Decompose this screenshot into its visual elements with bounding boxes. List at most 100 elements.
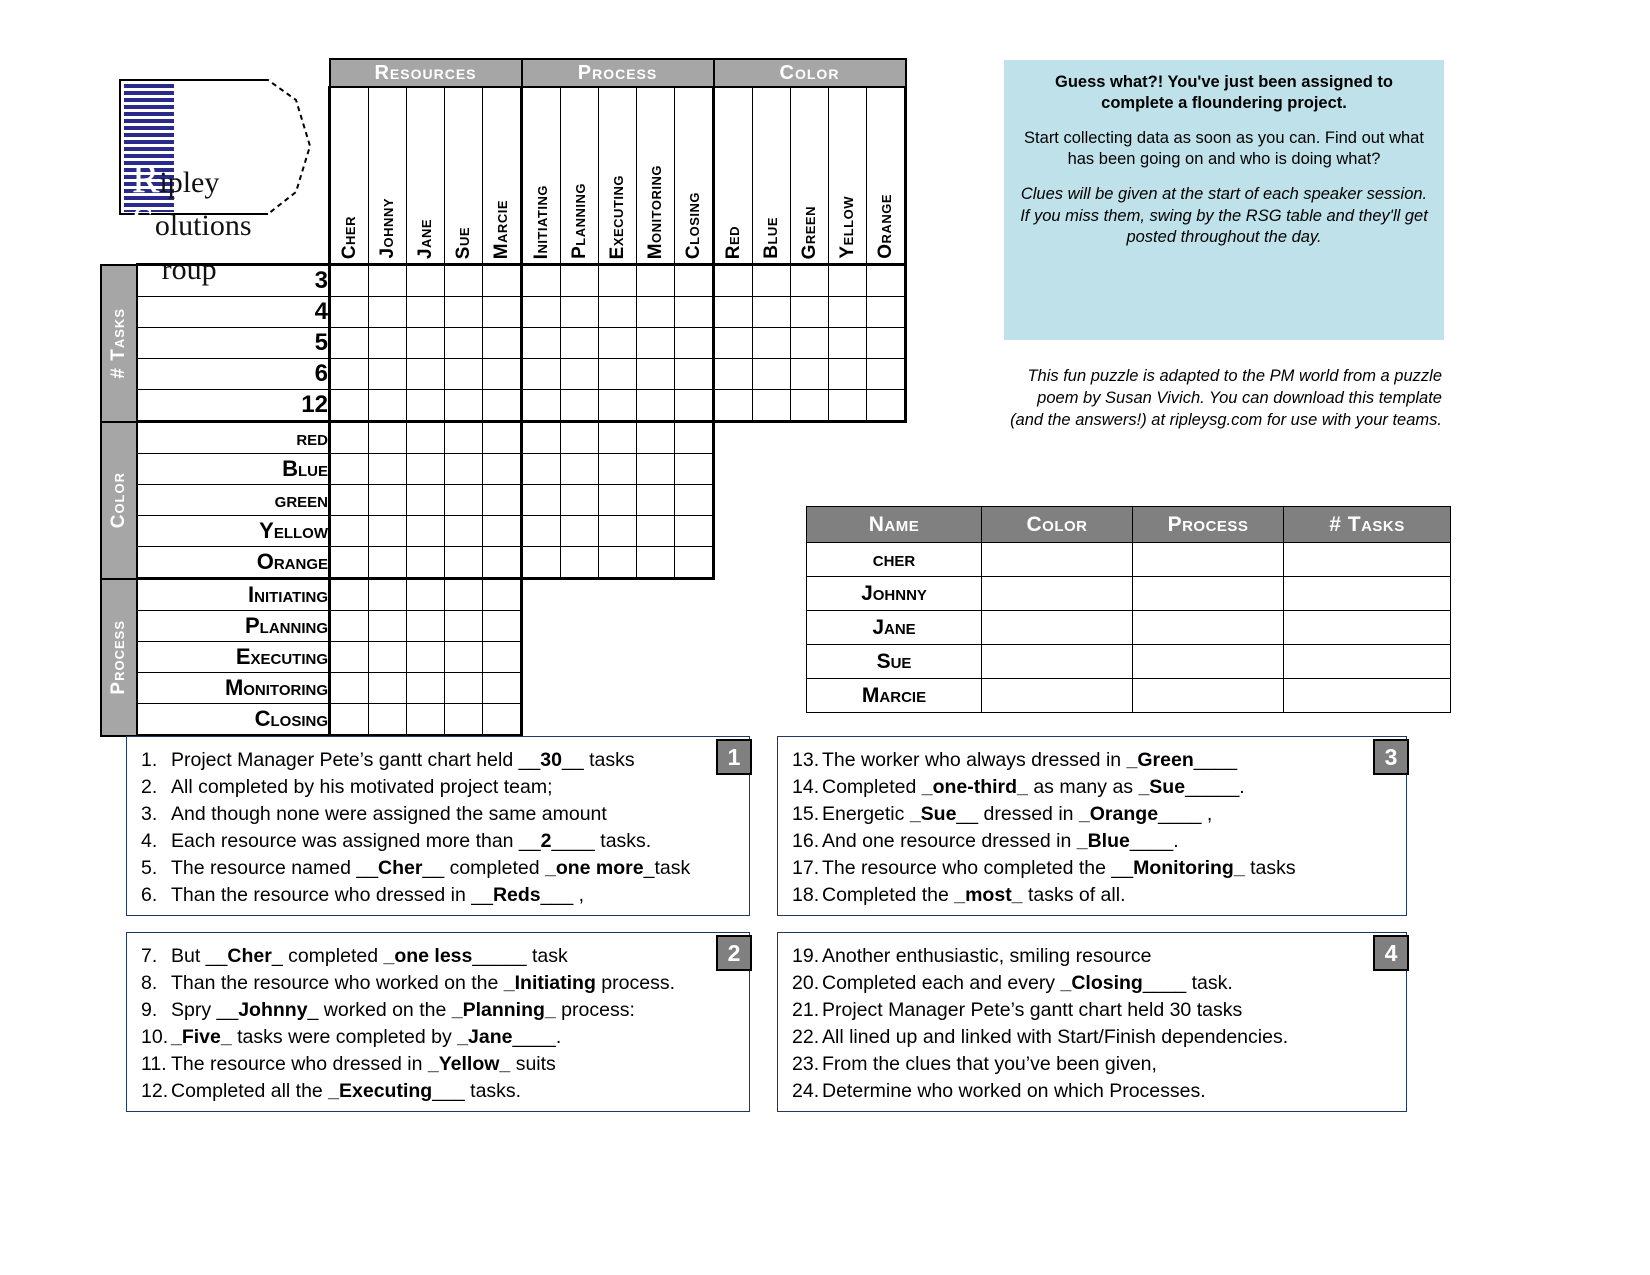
grid-cell[interactable] xyxy=(520,296,561,328)
grid-cell[interactable] xyxy=(328,389,369,423)
grid-cell[interactable] xyxy=(444,546,483,580)
grid-cell[interactable] xyxy=(328,420,369,454)
grid-cell[interactable] xyxy=(828,389,867,423)
grid-cell[interactable] xyxy=(520,420,561,454)
grid-cell[interactable] xyxy=(712,327,753,359)
answer-cell-tasks[interactable] xyxy=(1283,610,1451,645)
grid-cell[interactable] xyxy=(674,358,714,390)
grid-cell[interactable] xyxy=(328,515,369,547)
grid-cell[interactable] xyxy=(444,515,483,547)
grid-cell[interactable] xyxy=(328,641,369,673)
grid-cell[interactable] xyxy=(674,484,715,516)
answer-cell-process[interactable] xyxy=(1132,610,1284,645)
grid-cell[interactable] xyxy=(406,703,445,737)
grid-cell[interactable] xyxy=(752,358,791,390)
grid-cell[interactable] xyxy=(752,296,791,328)
grid-cell[interactable] xyxy=(598,327,637,359)
grid-cell[interactable] xyxy=(598,263,637,297)
grid-cell[interactable] xyxy=(368,420,407,454)
grid-cell[interactable] xyxy=(328,453,369,485)
answer-cell-process[interactable] xyxy=(1132,644,1284,679)
grid-cell[interactable] xyxy=(368,703,407,737)
grid-cell[interactable] xyxy=(674,389,714,423)
grid-cell[interactable] xyxy=(368,389,407,423)
grid-cell[interactable] xyxy=(328,484,369,516)
answer-cell-tasks[interactable] xyxy=(1283,542,1451,577)
grid-cell[interactable] xyxy=(790,263,829,297)
grid-cell[interactable] xyxy=(444,389,483,423)
grid-cell[interactable] xyxy=(368,484,407,516)
grid-cell[interactable] xyxy=(328,296,369,328)
grid-cell[interactable] xyxy=(368,610,407,642)
grid-cell[interactable] xyxy=(674,453,715,485)
grid-cell[interactable] xyxy=(828,327,867,359)
grid-cell[interactable] xyxy=(520,327,561,359)
answer-cell-color[interactable] xyxy=(981,610,1133,645)
grid-cell[interactable] xyxy=(368,358,407,390)
grid-cell[interactable] xyxy=(790,296,829,328)
grid-cell[interactable] xyxy=(444,641,483,673)
grid-cell[interactable] xyxy=(598,389,637,423)
grid-cell[interactable] xyxy=(828,263,867,297)
answer-cell-color[interactable] xyxy=(981,678,1133,713)
grid-cell[interactable] xyxy=(482,577,523,611)
grid-cell[interactable] xyxy=(328,577,369,611)
grid-cell[interactable] xyxy=(368,577,407,611)
grid-cell[interactable] xyxy=(598,358,637,390)
grid-cell[interactable] xyxy=(328,546,369,580)
grid-cell[interactable] xyxy=(598,420,637,454)
grid-cell[interactable] xyxy=(328,327,369,359)
grid-cell[interactable] xyxy=(790,358,829,390)
grid-cell[interactable] xyxy=(368,641,407,673)
grid-cell[interactable] xyxy=(636,263,675,297)
grid-cell[interactable] xyxy=(482,453,522,485)
grid-cell[interactable] xyxy=(328,703,369,737)
grid-cell[interactable] xyxy=(636,420,675,454)
grid-cell[interactable] xyxy=(482,296,522,328)
grid-cell[interactable] xyxy=(406,641,445,673)
answer-cell-color[interactable] xyxy=(981,644,1133,679)
grid-cell[interactable] xyxy=(636,327,675,359)
grid-cell[interactable] xyxy=(368,327,407,359)
grid-cell[interactable] xyxy=(482,327,522,359)
grid-cell[interactable] xyxy=(712,389,753,423)
grid-cell[interactable] xyxy=(406,484,445,516)
grid-cell[interactable] xyxy=(444,420,483,454)
grid-cell[interactable] xyxy=(636,358,675,390)
grid-cell[interactable] xyxy=(674,420,715,454)
grid-cell[interactable] xyxy=(560,358,599,390)
grid-cell[interactable] xyxy=(406,327,445,359)
grid-cell[interactable] xyxy=(444,263,483,297)
grid-cell[interactable] xyxy=(406,358,445,390)
grid-cell[interactable] xyxy=(520,389,561,423)
grid-cell[interactable] xyxy=(520,546,561,580)
grid-cell[interactable] xyxy=(866,296,907,328)
grid-cell[interactable] xyxy=(520,515,561,547)
grid-cell[interactable] xyxy=(828,358,867,390)
grid-cell[interactable] xyxy=(482,610,523,642)
grid-cell[interactable] xyxy=(712,263,753,297)
grid-cell[interactable] xyxy=(406,515,445,547)
grid-cell[interactable] xyxy=(482,641,523,673)
grid-cell[interactable] xyxy=(406,420,445,454)
grid-cell[interactable] xyxy=(406,389,445,423)
answer-cell-color[interactable] xyxy=(981,542,1133,577)
grid-cell[interactable] xyxy=(790,389,829,423)
grid-cell[interactable] xyxy=(828,296,867,328)
grid-cell[interactable] xyxy=(328,610,369,642)
grid-cell[interactable] xyxy=(444,672,483,704)
grid-cell[interactable] xyxy=(368,263,407,297)
grid-cell[interactable] xyxy=(866,358,907,390)
answer-cell-tasks[interactable] xyxy=(1283,576,1451,611)
grid-cell[interactable] xyxy=(560,453,599,485)
grid-cell[interactable] xyxy=(368,296,407,328)
answer-cell-tasks[interactable] xyxy=(1283,644,1451,679)
grid-cell[interactable] xyxy=(444,327,483,359)
grid-cell[interactable] xyxy=(752,263,791,297)
grid-cell[interactable] xyxy=(674,515,715,547)
grid-cell[interactable] xyxy=(636,484,675,516)
grid-cell[interactable] xyxy=(406,263,445,297)
grid-cell[interactable] xyxy=(560,327,599,359)
grid-cell[interactable] xyxy=(520,358,561,390)
grid-cell[interactable] xyxy=(368,672,407,704)
